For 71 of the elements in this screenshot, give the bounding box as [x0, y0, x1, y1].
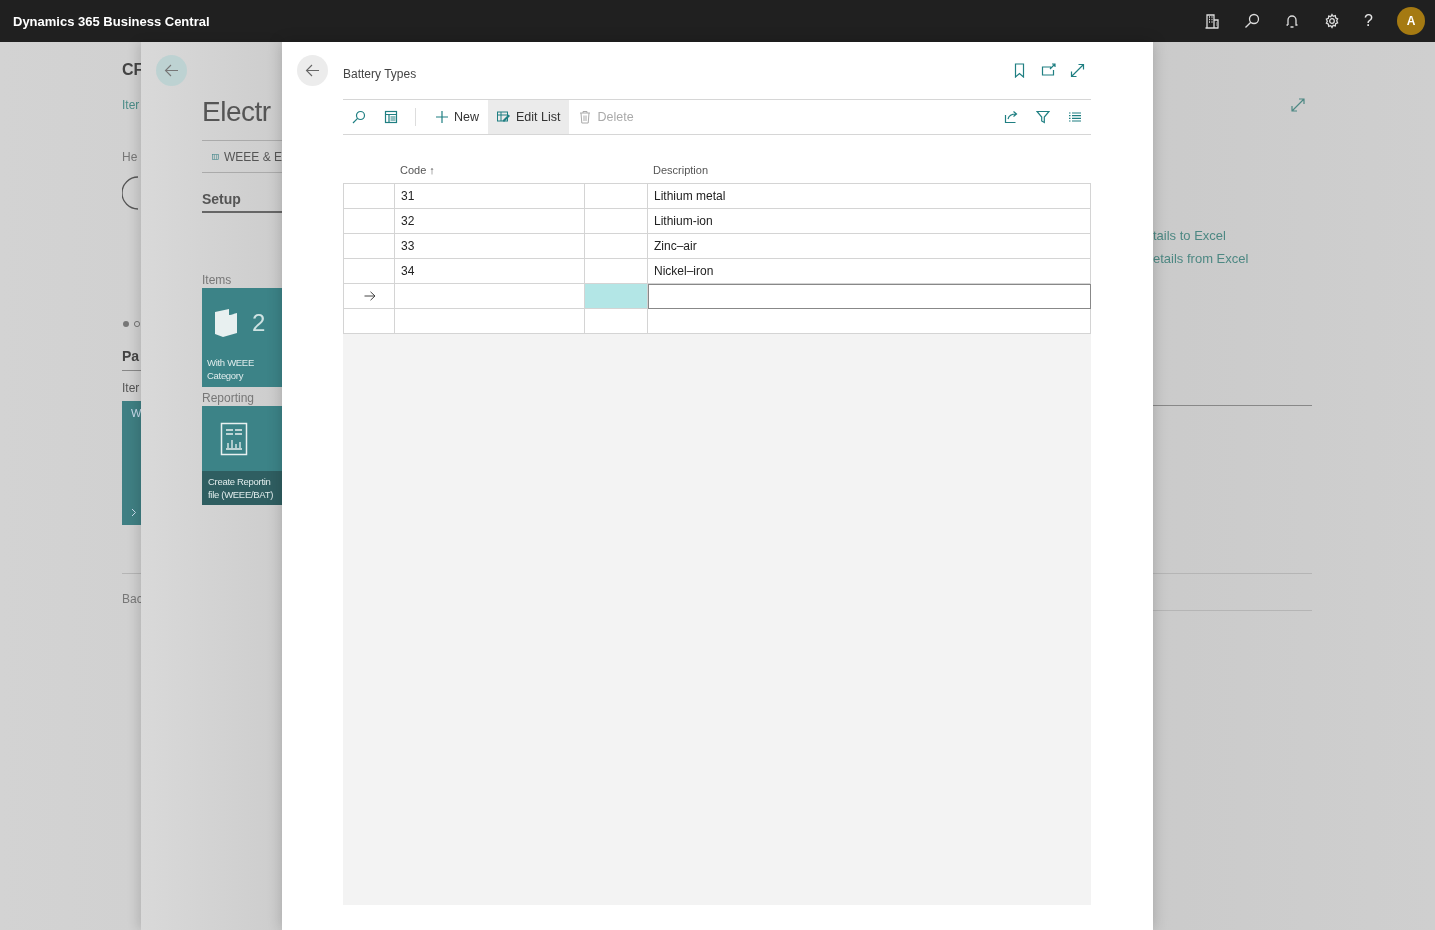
row-selector[interactable] — [343, 209, 395, 234]
bell-icon[interactable] — [1284, 13, 1301, 29]
field-label: He — [122, 150, 139, 164]
table-cell[interactable] — [395, 309, 585, 334]
filter-icon — [1036, 110, 1050, 124]
table-cell[interactable]: 34 — [395, 259, 585, 284]
expand-icon[interactable] — [1070, 63, 1085, 78]
table-cell[interactable]: 33 — [395, 234, 585, 259]
tile-label: Create Reportin file (WEEE/BAT) — [202, 471, 282, 505]
row-selector[interactable] — [343, 234, 395, 259]
table-cell[interactable] — [585, 209, 648, 234]
document-icon — [214, 308, 238, 338]
search-icon[interactable] — [1244, 13, 1261, 29]
table-cell[interactable] — [585, 309, 648, 334]
list-icon — [1068, 110, 1082, 124]
help-button[interactable]: ? — [1364, 12, 1373, 30]
column-header[interactable]: Code ↑ — [395, 164, 585, 183]
input-field[interactable] — [648, 284, 1091, 309]
trash-icon — [578, 110, 593, 124]
action-button[interactable]: New — [426, 100, 488, 134]
building-icon[interactable] — [1204, 13, 1221, 29]
report-icon — [220, 422, 248, 456]
tile-count: 2 — [252, 309, 266, 337]
table-cell[interactable] — [395, 284, 585, 309]
search-icon — [352, 110, 366, 124]
row-selector[interactable] — [343, 309, 395, 334]
table-cell[interactable]: Lithium-ion — [648, 209, 1091, 234]
app-title: Dynamics 365 Business Central — [13, 13, 211, 29]
table-cell[interactable]: 32 — [395, 209, 585, 234]
tile-label: With WEEE Category — [206, 356, 255, 383]
table-cell[interactable] — [585, 259, 648, 284]
edit-list-icon — [497, 110, 511, 124]
plus-icon — [435, 110, 449, 124]
table-cell[interactable] — [585, 183, 648, 209]
table-cell[interactable] — [585, 284, 648, 309]
group-title: Reporting — [202, 391, 256, 405]
group-title: Items — [202, 273, 233, 287]
row-selector[interactable] — [343, 259, 395, 284]
table-cell[interactable]: Lithium metal — [648, 183, 1091, 209]
action-button[interactable]: Edit List — [488, 100, 570, 134]
column-header[interactable]: Description — [648, 164, 1091, 183]
table-cell[interactable] — [648, 309, 1091, 334]
column-label: Code — [400, 164, 427, 176]
back-button[interactable] — [297, 55, 328, 86]
back-arrow-icon — [305, 63, 320, 78]
settings-icon[interactable] — [1324, 13, 1341, 29]
group-title: Iter — [122, 381, 141, 395]
row-selector[interactable] — [343, 183, 395, 209]
columns-icon — [212, 152, 219, 162]
dialog-title: Battery Types — [343, 66, 418, 81]
tile[interactable]: 2 With WEEE Category — [202, 288, 282, 387]
expand-icon[interactable] — [1291, 98, 1305, 112]
user-avatar[interactable]: A — [1397, 7, 1425, 35]
sort-indicator: ↑ — [429, 164, 435, 176]
tile[interactable]: Create Reportin file (WEEE/BAT) — [202, 406, 282, 505]
chevron-icon — [131, 508, 137, 517]
table-cell[interactable]: Nickel–iron — [648, 259, 1091, 284]
tile-label: W — [131, 407, 141, 419]
table-cell[interactable] — [585, 234, 648, 259]
page-dots-icon — [122, 320, 141, 328]
bookmark-icon[interactable] — [1012, 63, 1027, 78]
table-cell[interactable]: Zinc–air — [648, 234, 1091, 259]
back-arrow-icon — [164, 63, 179, 78]
row-selector[interactable] — [343, 284, 395, 309]
back-button[interactable] — [156, 55, 187, 86]
table-cell[interactable]: 31 — [395, 183, 585, 209]
tab-label: WEEE & E — [224, 150, 282, 164]
open-new-window-icon[interactable] — [1041, 63, 1056, 78]
share-icon — [1004, 110, 1018, 124]
layout-icon — [384, 110, 398, 124]
page-title: Electr — [202, 96, 272, 128]
